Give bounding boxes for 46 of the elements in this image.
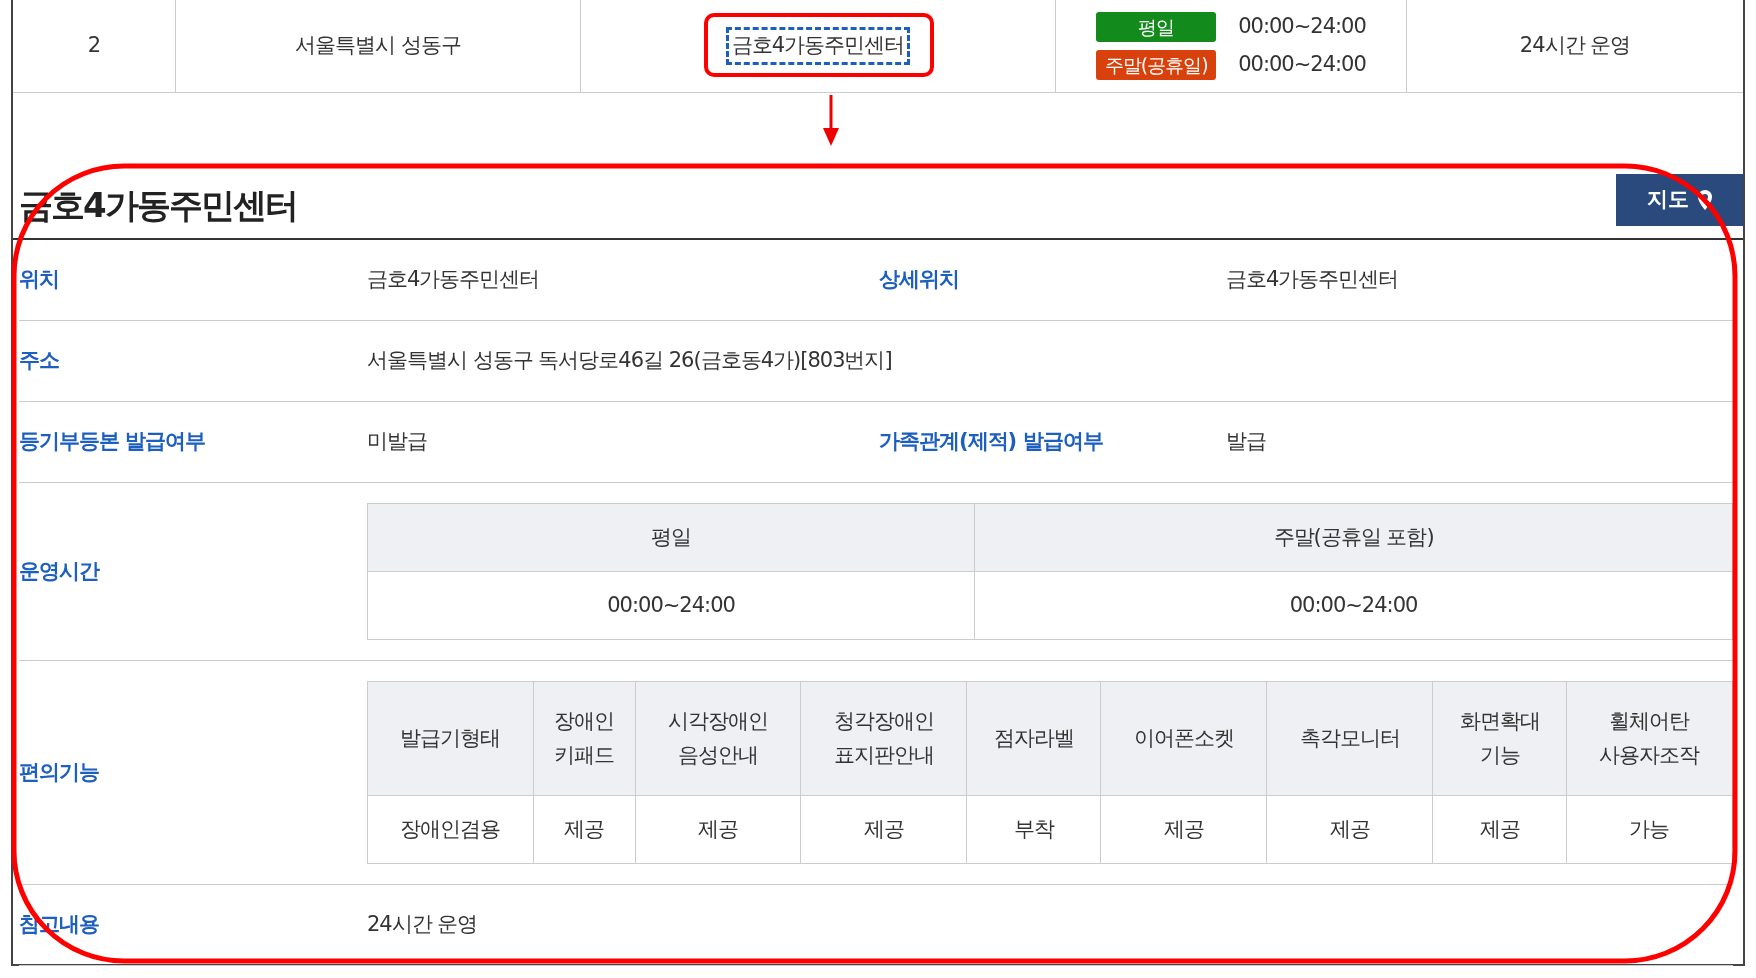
table-cell: 제공 [801, 795, 967, 864]
day-badge: 주말(공휴일) [1096, 50, 1217, 80]
region-text: 서울특별시 성동구 [295, 32, 461, 60]
table-cell: 부착 [966, 795, 1101, 864]
field-value: 미발급 [367, 428, 428, 456]
field-value: 금호4가동주민센터 [1226, 266, 1399, 294]
field-label: 운영시간 [19, 557, 101, 585]
center-link[interactable]: 금호4가동주민센터 [725, 27, 911, 65]
column-header: 촉각모니터 [1266, 681, 1433, 796]
column-header: 점자라벨 [966, 681, 1101, 796]
column-header: 시각장애인 음성안내 [635, 681, 801, 796]
field-label: 등기부등본 발급여부 [19, 428, 207, 456]
column-header: 장애인 키패드 [533, 681, 635, 796]
table-cell: 00:00~24:00 [974, 571, 1733, 640]
table-cell: 00:00~24:00 [367, 571, 975, 640]
map-button[interactable]: 지도 [1616, 173, 1743, 226]
table-cell: 장애인겸용 [367, 795, 534, 864]
map-pin-icon [1696, 188, 1713, 211]
table-cell: 제공 [635, 795, 801, 864]
field-label: 상세위치 [879, 266, 960, 294]
day-badge: 평일 [1096, 12, 1217, 42]
column-header: 발급기형태 [367, 681, 534, 796]
column-header: 주말(공휴일 포함) [974, 503, 1733, 572]
field-value: 발급 [1226, 428, 1266, 456]
column-header: 휠체어탄 사용자조작 [1566, 681, 1733, 796]
arrow [823, 95, 839, 146]
field-label: 주소 [19, 347, 60, 375]
table-cell: 제공 [533, 795, 635, 864]
table-cell: 제공 [1266, 795, 1433, 864]
column-header: 이어폰소켓 [1100, 681, 1267, 796]
field-label: 가족관계(제적) 발급여부 [879, 428, 1104, 456]
column-header: 화면확대 기능 [1432, 681, 1567, 796]
column-header: 청각장애인 표지판안내 [801, 681, 967, 796]
table-cell: 제공 [1100, 795, 1267, 864]
field-value: 24시간 운영 [367, 911, 478, 939]
field-label: 위치 [19, 266, 60, 294]
row-number: 2 [87, 32, 101, 60]
field-label: 편의기능 [19, 758, 100, 786]
table-cell: 제공 [1432, 795, 1567, 864]
column-header: 평일 [367, 503, 975, 572]
field-value: 금호4가동주민센터 [367, 266, 541, 294]
note-text: 24시간 운영 [1519, 32, 1631, 60]
table-cell: 가능 [1566, 795, 1733, 864]
hours-text: 00:00~24:00 [1238, 51, 1366, 79]
field-value: 서울특별시 성동구 독서당로46길 26(금호동4가)[803번지] [367, 347, 892, 375]
hours-text: 00:00~24:00 [1238, 13, 1366, 41]
